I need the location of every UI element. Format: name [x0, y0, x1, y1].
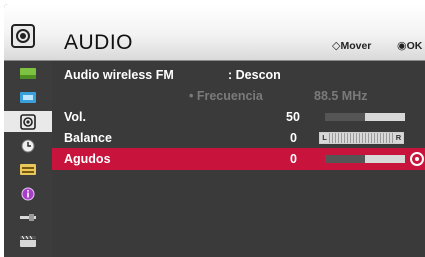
balance-label: Balance — [64, 131, 112, 145]
frequency-value: 88.5 MHz — [314, 89, 368, 103]
volume-label: Vol. — [64, 110, 86, 124]
sidebar-item-time[interactable] — [4, 135, 52, 156]
wireless-fm-label: Audio wireless FM — [64, 68, 174, 82]
treble-value: 0 — [290, 152, 297, 166]
balance-value: 0 — [290, 131, 297, 145]
ok-hint: ◉OK — [397, 40, 423, 52]
info-icon — [21, 187, 35, 200]
sidebar-item-info[interactable] — [4, 183, 52, 204]
volume-row[interactable]: Vol. 50 — [52, 106, 425, 128]
sidebar-item-input[interactable] — [4, 207, 52, 228]
balance-left-tag: L — [320, 133, 329, 143]
frequency-label: • Frecuencia — [189, 89, 263, 103]
treble-slider-fill — [325, 155, 365, 163]
picture-icon — [20, 68, 36, 79]
input-icon — [20, 214, 36, 221]
volume-slider[interactable] — [325, 113, 405, 121]
osd-header: AUDIO ◇Mover ◉OK — [4, 4, 425, 61]
sidebar-item-audio[interactable] — [4, 111, 52, 132]
balance-slider[interactable]: L R — [319, 132, 404, 144]
balance-right-tag: R — [394, 133, 403, 143]
volume-value: 50 — [286, 110, 300, 124]
frequency-row: • Frecuencia 88.5 MHz — [52, 85, 425, 107]
options-icon — [20, 164, 36, 175]
sidebar-item-screen[interactable] — [4, 87, 52, 108]
speaker-icon — [11, 24, 35, 48]
balance-row[interactable]: Balance 0 L R — [52, 127, 425, 149]
treble-slider[interactable] — [325, 155, 405, 163]
category-sidebar — [4, 61, 52, 257]
wireless-fm-value: : Descon — [228, 68, 281, 82]
move-hint: ◇Mover — [332, 40, 372, 52]
audio-icon — [20, 113, 36, 130]
ok-button-icon: ◉ — [397, 40, 407, 52]
sidebar-item-options[interactable] — [4, 159, 52, 180]
sidebar-item-movie[interactable] — [4, 231, 52, 252]
movie-icon — [20, 236, 36, 247]
treble-row[interactable]: Agudos 0 — [52, 148, 425, 170]
wireless-fm-row[interactable]: Audio wireless FM : Descon — [52, 64, 425, 86]
audio-settings-panel: Audio wireless FM : Descon • Frecuencia … — [52, 61, 425, 257]
time-icon — [21, 139, 35, 152]
screen-icon — [20, 92, 36, 103]
treble-label: Agudos — [64, 152, 111, 166]
selection-indicator-icon — [410, 152, 424, 166]
sidebar-item-picture[interactable] — [4, 63, 52, 84]
volume-slider-fill — [325, 113, 365, 121]
menu-title: AUDIO — [64, 31, 134, 54]
